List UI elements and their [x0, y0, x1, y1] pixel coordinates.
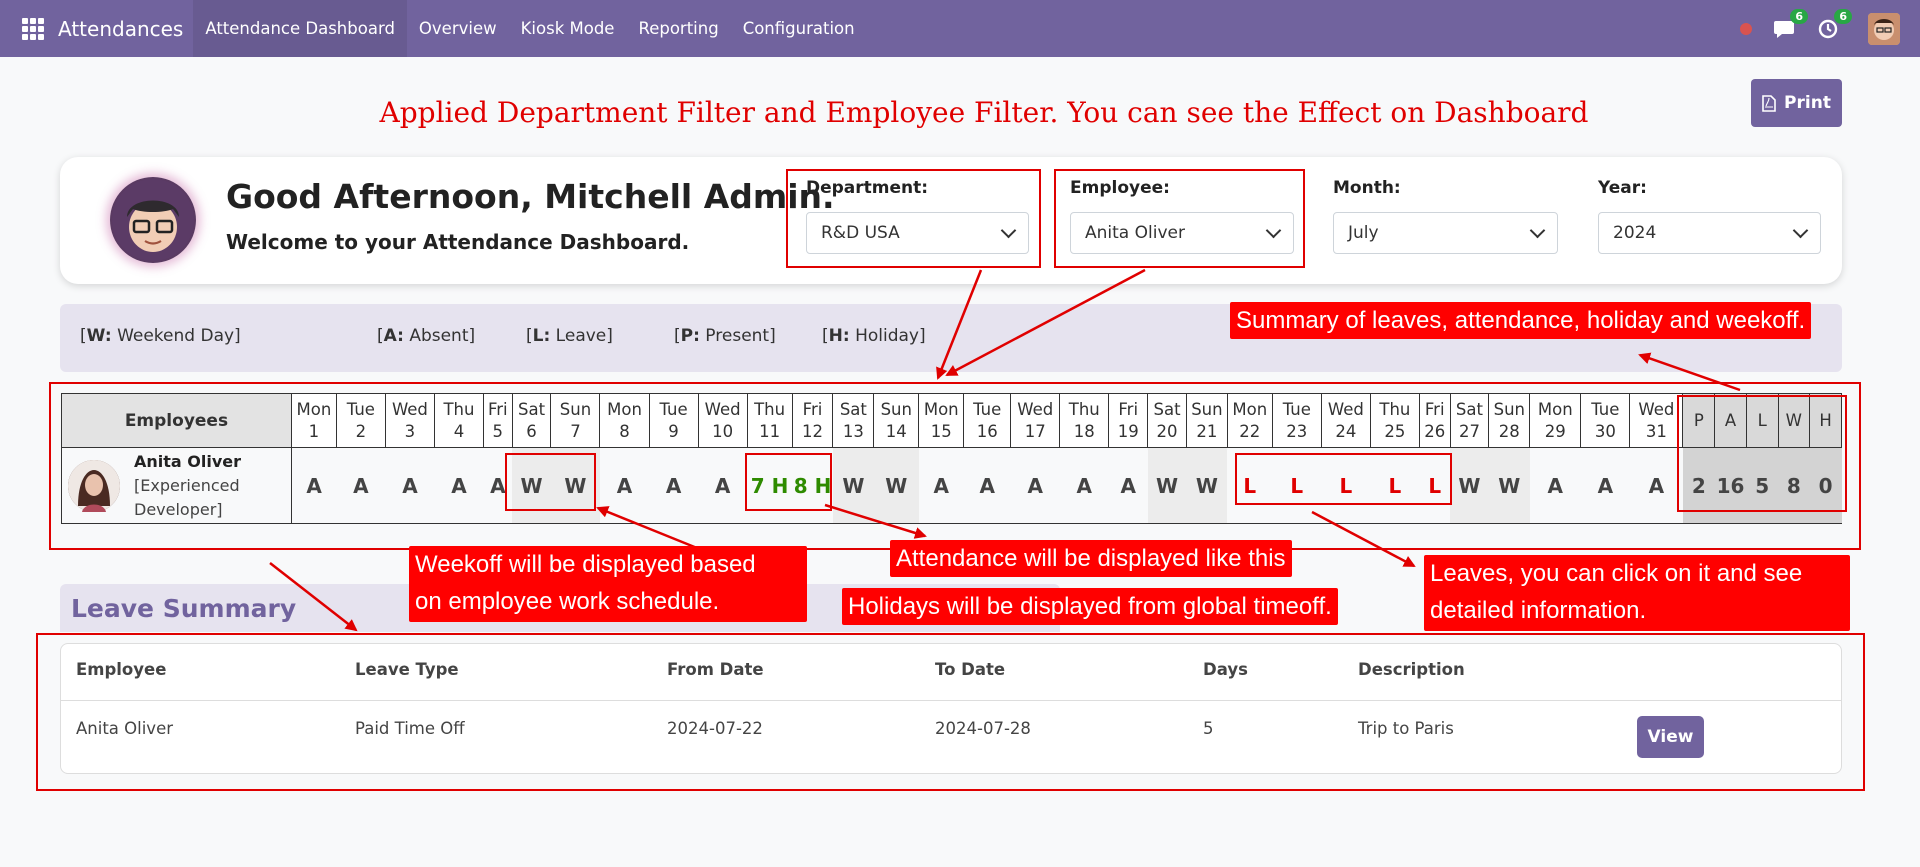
callout-leaves: Leaves, you can click on it and see detai…: [1424, 555, 1850, 631]
callout-holidays: Holidays will be displayed from global t…: [842, 588, 1338, 625]
callout-summary: Summary of leaves, attendance, holiday a…: [1230, 302, 1812, 339]
callout-weekoff: Weekoff will be displayed based on employ…: [409, 546, 807, 622]
callout-attendance: Attendance will be displayed like this: [890, 540, 1292, 577]
annotation-arrows: [269, 268, 1741, 632]
